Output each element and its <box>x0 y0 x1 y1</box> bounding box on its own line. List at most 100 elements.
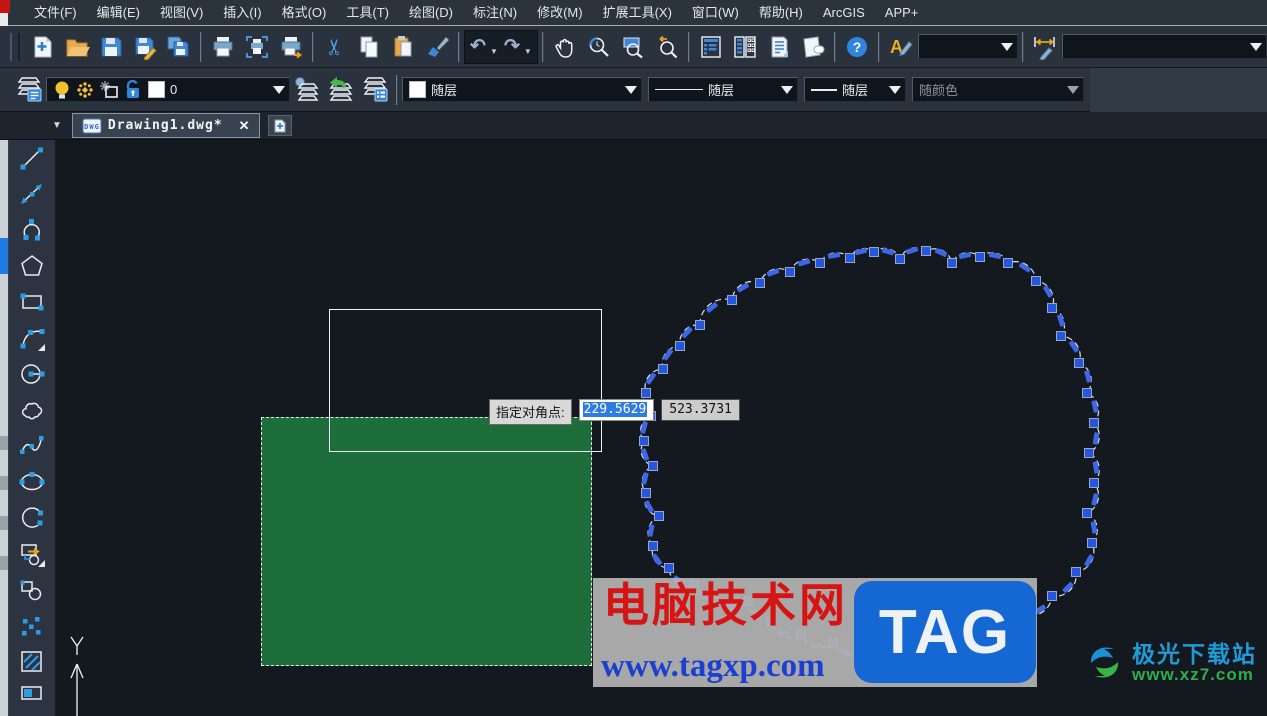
layer-select[interactable]: 0 <box>46 77 290 102</box>
layer-columns-button[interactable] <box>728 30 762 64</box>
grip-square[interactable] <box>1084 448 1094 458</box>
color-select[interactable]: 随层 <box>402 77 642 102</box>
menu-tools[interactable]: 工具(T) <box>336 0 399 25</box>
layer-states-button[interactable] <box>358 73 392 107</box>
grip-square[interactable] <box>845 253 855 263</box>
grip-mid[interactable] <box>1091 492 1100 506</box>
lineweight-select[interactable]: 随层 <box>804 77 906 102</box>
grip-mid[interactable] <box>1061 581 1074 594</box>
menu-view[interactable]: 视图(V) <box>150 0 213 25</box>
grip-mid[interactable] <box>854 247 868 256</box>
menu-dimension[interactable]: 标注(N) <box>463 0 527 25</box>
tool-point[interactable] <box>9 608 55 644</box>
open-button[interactable] <box>60 30 94 64</box>
help-button[interactable]: ? <box>840 30 874 64</box>
print-preview-button[interactable] <box>240 30 274 64</box>
undo-dropdown-icon[interactable]: ▼ <box>490 47 498 56</box>
grip-square[interactable] <box>1089 418 1099 428</box>
grip-mid[interactable] <box>1092 460 1100 474</box>
grip-mid[interactable] <box>1056 314 1066 328</box>
grip-square[interactable] <box>639 436 649 446</box>
grip-mid[interactable] <box>1090 520 1098 534</box>
grip-square[interactable] <box>815 258 825 268</box>
grip-square[interactable] <box>1047 591 1057 601</box>
grip-square[interactable] <box>664 563 674 573</box>
grip-mid[interactable] <box>1092 432 1100 446</box>
tool-ellipse[interactable] <box>9 464 55 500</box>
grip-square[interactable] <box>975 252 985 262</box>
tab-list-button[interactable]: ▼ <box>46 120 68 131</box>
grip-square[interactable] <box>641 388 651 398</box>
publish-button[interactable] <box>274 30 308 64</box>
tool-construction-line[interactable] <box>9 176 55 212</box>
menu-arcgis[interactable]: ArcGIS <box>813 0 875 25</box>
grip-mid[interactable] <box>1091 400 1100 414</box>
grip-square[interactable] <box>1071 567 1081 577</box>
tool-line[interactable] <box>9 140 55 176</box>
grip-mid[interactable] <box>766 268 780 278</box>
grip-square[interactable] <box>1082 508 1092 518</box>
zoom-previous-button[interactable] <box>650 30 684 64</box>
tool-revision-cloud[interactable] <box>9 392 55 428</box>
save-all-button[interactable] <box>162 30 196 64</box>
grip-square[interactable] <box>1074 358 1084 368</box>
grip-square[interactable] <box>1089 478 1099 488</box>
tool-hatch[interactable] <box>9 644 55 680</box>
save-button[interactable] <box>94 30 128 64</box>
grip-mid[interactable] <box>640 448 649 462</box>
grip-mid[interactable] <box>1043 285 1054 299</box>
grip-mid[interactable] <box>1018 262 1032 273</box>
grip-square[interactable] <box>658 364 668 374</box>
make-layer-current-button[interactable] <box>290 73 324 107</box>
grip-square[interactable] <box>648 541 658 551</box>
grip-square[interactable] <box>1031 276 1041 286</box>
drawing-canvas[interactable]: 指定对角点: 229.5629 523.3731 电脑技术网 www.tagxp… <box>56 140 1267 716</box>
grip-mid[interactable] <box>881 247 895 256</box>
grip-square[interactable] <box>1047 303 1057 313</box>
toolbar-grip[interactable] <box>10 32 20 61</box>
cut-button[interactable]: ✂ <box>318 30 352 64</box>
redo-button[interactable]: ↷ <box>501 30 523 64</box>
format-painter-button[interactable] <box>420 30 454 64</box>
tool-circle[interactable] <box>9 356 55 392</box>
grip-mid[interactable] <box>905 246 919 255</box>
menu-express-tools[interactable]: 扩展工具(X) <box>593 0 682 25</box>
layer-list-button[interactable] <box>694 30 728 64</box>
new-tab-button[interactable] <box>267 115 292 136</box>
linetype-select[interactable]: 随层 <box>648 77 798 102</box>
tool-spline[interactable] <box>9 428 55 464</box>
grip-mid[interactable] <box>958 251 972 260</box>
grip-square[interactable] <box>675 341 685 351</box>
tool-polyline[interactable] <box>9 212 55 248</box>
menu-edit[interactable]: 编辑(E) <box>87 0 150 25</box>
tool-gradient[interactable] <box>9 680 55 716</box>
grip-mid[interactable] <box>643 500 654 514</box>
grip-mid[interactable] <box>1083 370 1092 384</box>
zoom-realtime-button[interactable] <box>582 30 616 64</box>
grip-mid[interactable] <box>797 258 811 267</box>
tool-polygon[interactable] <box>9 248 55 284</box>
menu-modify[interactable]: 修改(M) <box>527 0 593 25</box>
grip-square[interactable] <box>947 258 957 268</box>
menu-insert[interactable]: 插入(I) <box>213 0 271 25</box>
sheet-roll-button[interactable] <box>796 30 830 64</box>
grip-mid[interactable] <box>662 348 674 362</box>
grip-square[interactable] <box>648 461 658 471</box>
pan-button[interactable] <box>548 30 582 64</box>
tab-drawing1[interactable]: DWG Drawing1.dwg* ✕ <box>71 113 260 138</box>
layer-previous-button[interactable] <box>324 73 358 107</box>
grip-square[interactable] <box>869 247 879 257</box>
grip-mid[interactable] <box>934 248 948 258</box>
grip-square[interactable] <box>755 278 765 288</box>
menu-help[interactable]: 帮助(H) <box>749 0 813 25</box>
tool-rectangle[interactable] <box>9 284 55 320</box>
grip-mid[interactable] <box>705 301 719 314</box>
coordinate-y-field[interactable]: 523.3731 <box>661 399 740 421</box>
menu-file[interactable]: 文件(F) <box>24 0 87 25</box>
tool-insert-block[interactable] <box>9 536 55 572</box>
grip-mid[interactable] <box>1068 340 1080 353</box>
menu-draw[interactable]: 绘图(D) <box>399 0 463 25</box>
grip-square[interactable] <box>727 295 737 305</box>
dimension-style-select[interactable] <box>1061 34 1267 59</box>
layer-properties-button[interactable] <box>12 73 46 107</box>
